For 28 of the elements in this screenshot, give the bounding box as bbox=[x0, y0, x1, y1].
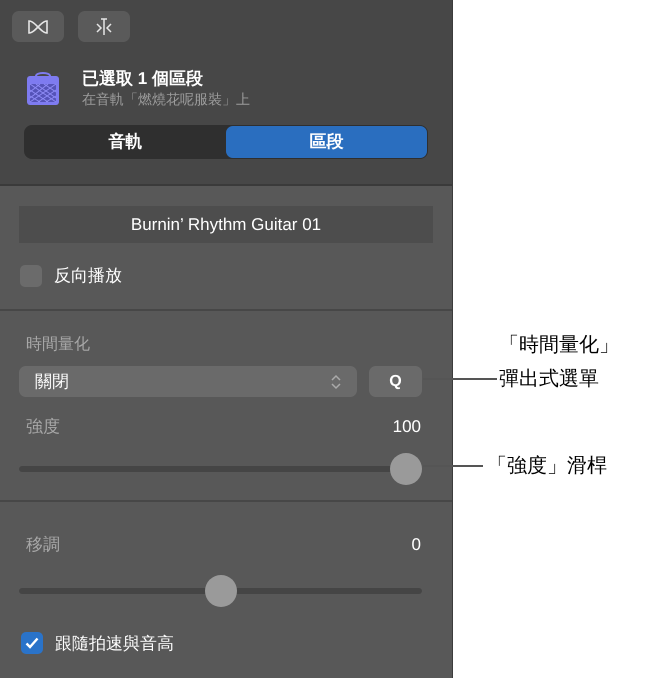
transpose-label: 移調 bbox=[26, 534, 60, 556]
amplifier-icon bbox=[26, 70, 60, 106]
quantize-button[interactable]: Q bbox=[369, 366, 422, 397]
tab[interactable]: 音軌 bbox=[25, 126, 226, 158]
slider[interactable] bbox=[19, 574, 422, 606]
toolbar-button[interactable] bbox=[78, 11, 130, 42]
slider[interactable] bbox=[19, 452, 422, 484]
slider-thumb[interactable] bbox=[390, 452, 422, 484]
region-name-field[interactable]: Burnin’ Rhythm Guitar 01 bbox=[19, 206, 433, 243]
quantize-label: 時間量化 bbox=[26, 335, 91, 355]
follow-tempo-label: 跟隨拍速與音高 bbox=[55, 632, 174, 654]
transpose-value: 0 bbox=[412, 534, 421, 556]
callout-text: 「強度」滑桿 bbox=[487, 454, 607, 479]
callout-text: 「時間量化」 bbox=[499, 333, 619, 358]
checkbox[interactable] bbox=[21, 632, 43, 654]
chevron-up-down-icon bbox=[331, 374, 341, 390]
selection-subtitle: 在音軌「燃燒花呢服裝」上 bbox=[82, 90, 250, 108]
strength-label: 強度 bbox=[26, 416, 60, 438]
tab[interactable]: 區段 bbox=[226, 126, 427, 158]
slider-thumb[interactable] bbox=[204, 574, 236, 606]
callout-text: 彈出式選單 bbox=[499, 367, 600, 392]
bowtie-icon bbox=[27, 18, 49, 34]
selection-title: 已選取 1 個區段 bbox=[82, 68, 204, 90]
reverse-label: 反向播放 bbox=[54, 265, 122, 287]
strength-value: 100 bbox=[392, 416, 421, 438]
quantize-popup[interactable]: 關閉 bbox=[19, 366, 357, 397]
toolbar-button[interactable] bbox=[12, 11, 64, 42]
checkmark-icon bbox=[25, 637, 39, 650]
